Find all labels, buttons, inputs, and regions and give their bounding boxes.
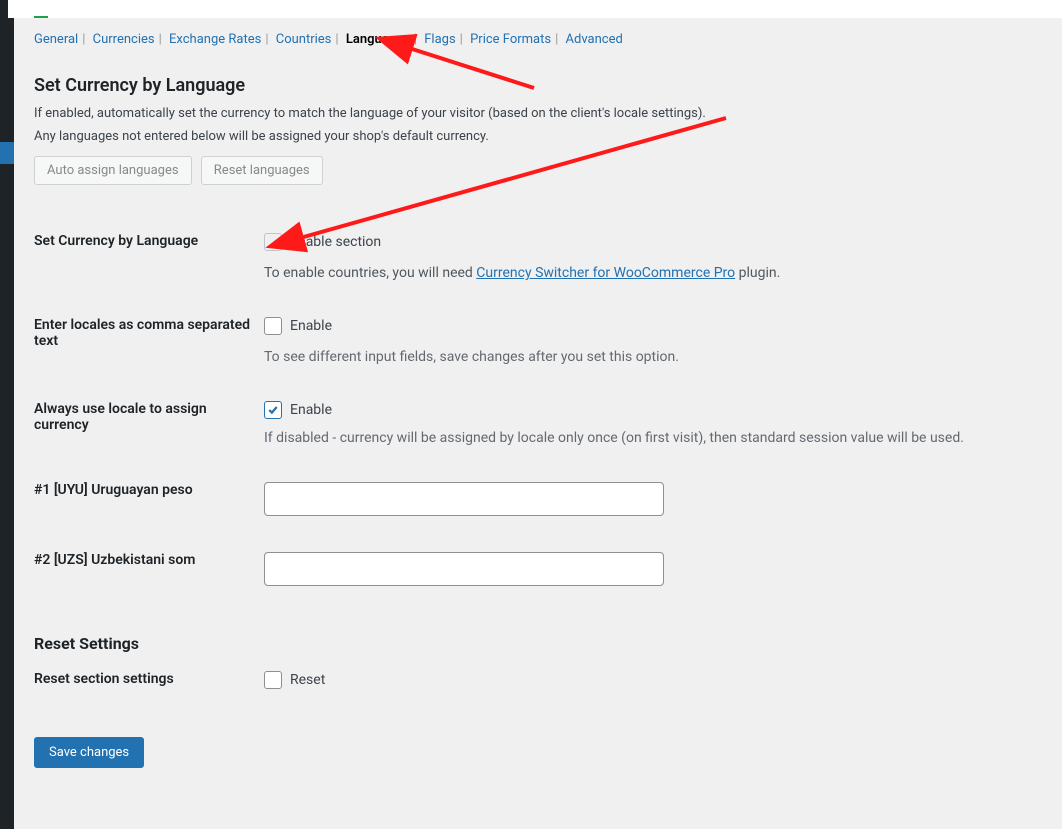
- checkbox-icon: [264, 671, 282, 689]
- currency-2-input[interactable]: [264, 552, 664, 586]
- checkbox-icon: [264, 317, 282, 335]
- enable-section-checkbox[interactable]: Enable section: [264, 233, 381, 251]
- subnav-general[interactable]: General: [34, 32, 78, 47]
- checkbox-label: Reset: [290, 672, 325, 688]
- field-label-currency-2: #2 [UZS] Uzbekistani som: [34, 534, 264, 604]
- currency-1-input[interactable]: [264, 482, 664, 516]
- subnav-advanced[interactable]: Advanced: [566, 32, 623, 47]
- checkbox-label: Enable: [290, 318, 332, 334]
- field-label-enable-section: Set Currency by Language: [34, 215, 264, 299]
- sidebar-collapse-handle[interactable]: [0, 142, 14, 164]
- settings-subnav: General| Currencies| Exchange Rates| Cou…: [34, 18, 1042, 57]
- admin-sidebar-collapsed: [0, 0, 14, 829]
- reset-section-title: Reset Settings: [34, 634, 1042, 653]
- reset-languages-button[interactable]: Reset languages: [201, 156, 323, 185]
- always-locale-help: If disabled - currency will be assigned …: [264, 430, 1032, 446]
- section-desc-1: If enabled, automatically set the curren…: [34, 106, 1042, 121]
- subnav-countries[interactable]: Countries: [276, 32, 332, 47]
- subnav-flags[interactable]: Flags: [424, 32, 455, 47]
- enter-locales-help: To see different input fields, save chan…: [264, 349, 1032, 365]
- subnav-price-formats[interactable]: Price Formats: [470, 32, 551, 47]
- checkbox-label: Enable: [290, 402, 332, 418]
- checkbox-label: Enable section: [290, 234, 381, 250]
- settings-panel: General| Currencies| Exchange Rates| Cou…: [14, 18, 1062, 829]
- field-label-reset: Reset section settings: [34, 653, 264, 711]
- checkbox-checked-icon: [264, 401, 282, 419]
- subnav-languages[interactable]: Languages: [346, 32, 410, 47]
- section-title: Set Currency by Language: [34, 75, 1042, 96]
- save-changes-button[interactable]: Save changes: [34, 737, 144, 768]
- top-bar: [0, 0, 1062, 18]
- checkbox-icon: [264, 233, 282, 251]
- section-desc-2: Any languages not entered below will be …: [34, 129, 1042, 144]
- always-locale-checkbox[interactable]: Enable: [264, 401, 332, 419]
- field-label-enter-locales: Enter locales as comma separated text: [34, 299, 264, 383]
- enable-section-help: To enable countries, you will need Curre…: [264, 265, 1032, 281]
- field-label-currency-1: #1 [UYU] Uruguayan peso: [34, 464, 264, 534]
- subnav-currencies[interactable]: Currencies: [93, 32, 155, 47]
- subnav-exchange-rates[interactable]: Exchange Rates: [169, 32, 261, 47]
- field-label-always-locale: Always use locale to assign currency: [34, 383, 264, 464]
- pro-plugin-link[interactable]: Currency Switcher for WooCommerce Pro: [476, 265, 735, 281]
- reset-checkbox[interactable]: Reset: [264, 671, 325, 689]
- enter-locales-checkbox[interactable]: Enable: [264, 317, 332, 335]
- auto-assign-languages-button[interactable]: Auto assign languages: [34, 156, 192, 185]
